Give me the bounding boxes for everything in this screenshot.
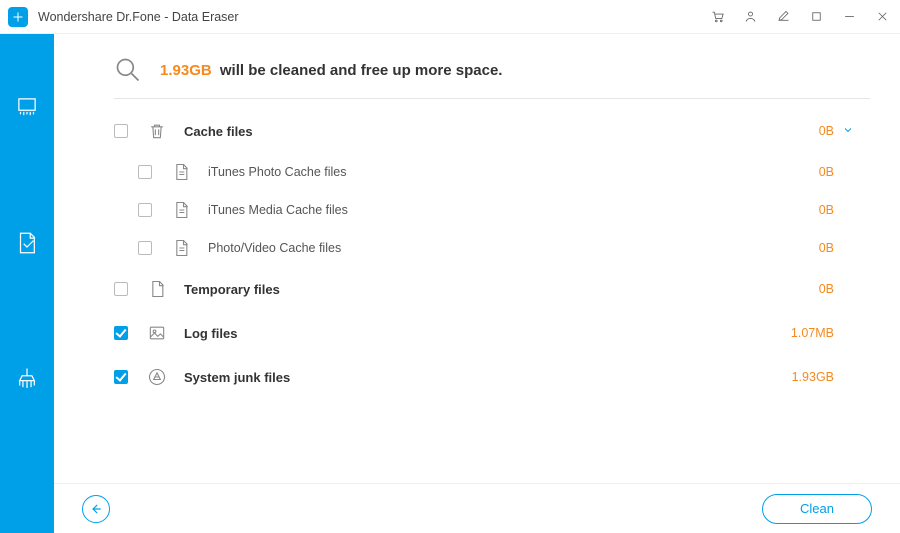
search-icon [114, 56, 142, 84]
sub-row-itunes-photo[interactable]: iTunes Photo Cache files0B [114, 153, 870, 191]
sub-size: 0B [754, 165, 834, 179]
checkbox-itunes-media[interactable] [138, 203, 156, 217]
checkbox-junk[interactable] [114, 370, 132, 384]
window-controls [710, 9, 890, 24]
trash-icon [146, 121, 168, 141]
app-title: Wondershare Dr.Fone - Data Eraser [38, 10, 239, 24]
edit-icon[interactable] [776, 9, 791, 24]
image-icon [146, 323, 168, 343]
expand-toggle[interactable] [834, 124, 862, 139]
summary-suffix: will be cleaned and free up more space. [220, 62, 503, 79]
category-row-log[interactable]: Log files1.07MB [114, 311, 870, 355]
sub-label: Photo/Video Cache files [208, 241, 754, 255]
sub-row-photo-video[interactable]: Photo/Video Cache files0B [114, 229, 870, 267]
restore-icon[interactable] [809, 9, 824, 24]
app-logo [8, 7, 28, 27]
checkbox-cache[interactable] [114, 124, 132, 138]
category-size: 1.07MB [754, 326, 834, 340]
category-label: Log files [184, 326, 754, 341]
content: 1.93GB will be cleaned and free up more … [54, 34, 900, 483]
minimize-icon[interactable] [842, 9, 857, 24]
checkbox-log[interactable] [114, 326, 132, 340]
category-label: Temporary files [184, 282, 754, 297]
file-icon [146, 279, 168, 299]
checkbox-photo-video[interactable] [138, 241, 156, 255]
sub-size: 0B [754, 241, 834, 255]
sidebar-item-cleaner[interactable] [14, 366, 40, 392]
category-label: Cache files [184, 124, 754, 139]
sidebar-item-files[interactable] [14, 230, 40, 256]
category-row-junk[interactable]: System junk files1.93GB [114, 355, 870, 399]
checkbox-itunes-photo[interactable] [138, 165, 156, 179]
category-label: System junk files [184, 370, 754, 385]
back-button[interactable] [82, 495, 110, 523]
category-row-cache[interactable]: Cache files0B [114, 109, 870, 153]
filetext-icon [170, 162, 192, 182]
filetext-icon [170, 238, 192, 258]
scan-summary: 1.93GB will be cleaned and free up more … [114, 34, 870, 99]
filetext-icon [170, 200, 192, 220]
close-icon[interactable] [875, 9, 890, 24]
sub-size: 0B [754, 203, 834, 217]
user-icon[interactable] [743, 9, 758, 24]
sub-row-itunes-media[interactable]: iTunes Media Cache files0B [114, 191, 870, 229]
clean-button[interactable]: Clean [762, 494, 872, 524]
category-row-temp[interactable]: Temporary files0B [114, 267, 870, 311]
summary-text: 1.93GB will be cleaned and free up more … [160, 62, 502, 79]
sub-label: iTunes Media Cache files [208, 203, 754, 217]
clean-button-label: Clean [800, 501, 834, 516]
sidebar [0, 34, 54, 533]
checkbox-temp[interactable] [114, 282, 132, 296]
sub-label: iTunes Photo Cache files [208, 165, 754, 179]
sidebar-item-eraser[interactable] [14, 94, 40, 120]
appstore-icon [146, 367, 168, 387]
category-size: 0B [754, 282, 834, 296]
cart-icon[interactable] [710, 9, 725, 24]
footer: Clean [54, 483, 900, 533]
category-list: Cache files0BiTunes Photo Cache files0Bi… [114, 99, 870, 399]
category-size: 1.93GB [754, 370, 834, 384]
summary-size: 1.93GB [160, 62, 212, 79]
category-size: 0B [754, 124, 834, 138]
titlebar: Wondershare Dr.Fone - Data Eraser [0, 0, 900, 34]
